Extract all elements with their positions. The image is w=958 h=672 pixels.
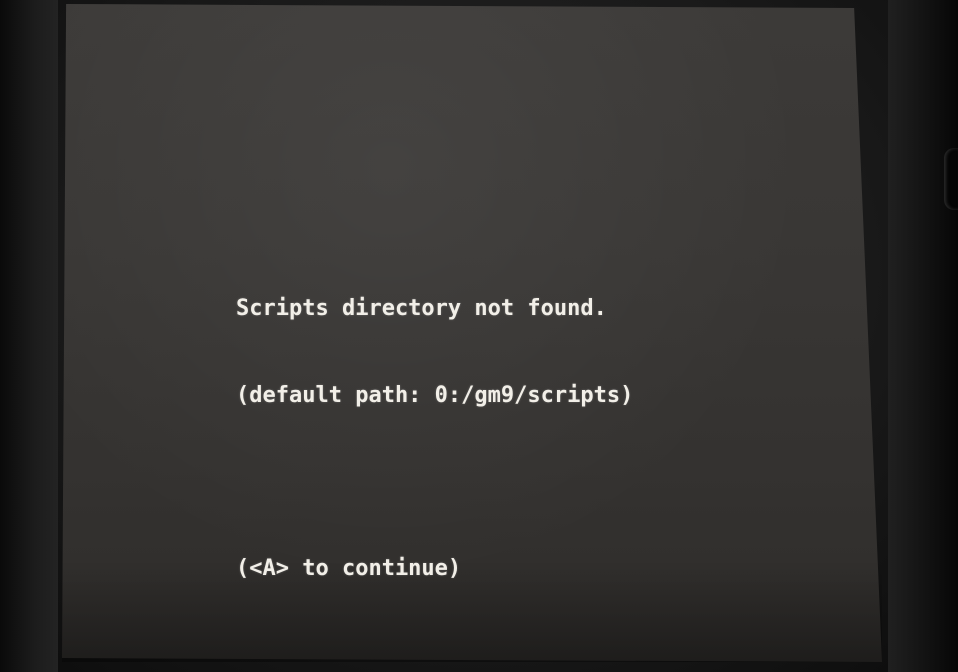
device-bezel-right xyxy=(888,0,958,672)
error-message-line: Scripts directory not found. xyxy=(236,296,607,321)
default-path-line: (default path: 0:/gm9/scripts) xyxy=(236,383,634,408)
dialog-spacer xyxy=(236,468,633,496)
handheld-device: Scripts directory not found. (default pa… xyxy=(0,0,958,672)
continue-prompt[interactable]: (<A> to continue) xyxy=(236,554,633,583)
error-dialog: Scripts directory not found. (default pa… xyxy=(236,236,633,641)
device-bezel-left xyxy=(0,0,58,672)
device-side-button xyxy=(944,148,958,210)
